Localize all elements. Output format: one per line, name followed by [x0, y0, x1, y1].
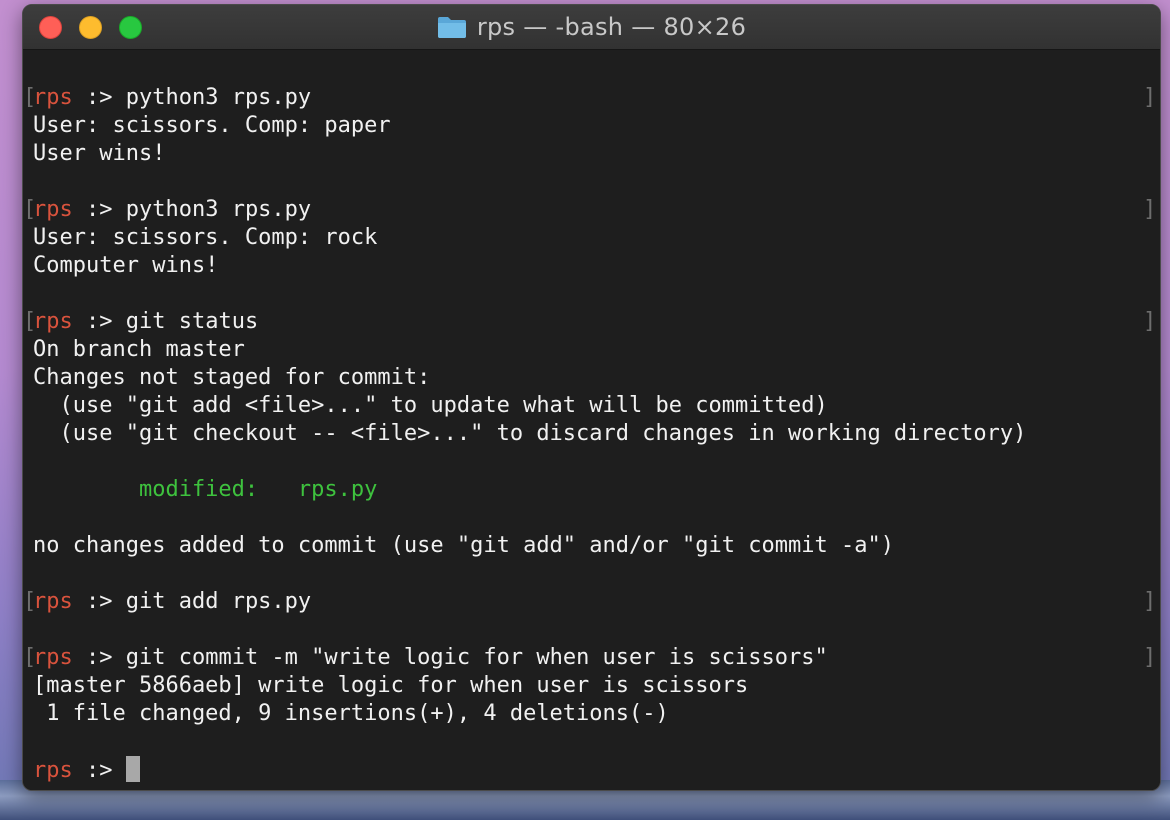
prompt-line: [rps :> git status — [23, 308, 259, 336]
mark-bracket-left: [ — [23, 645, 37, 670]
terminal-window[interactable]: rps — -bash — 80×26 ][rps :> python3 rps… — [22, 4, 1161, 791]
window-title: rps — -bash — 80×26 — [476, 13, 747, 41]
command-text: git commit -m "write logic for when user… — [125, 645, 828, 670]
mark-bracket-left: [ — [23, 85, 37, 110]
prompt-name: rps — [33, 309, 73, 334]
mark-bracket-right: ] — [1143, 589, 1157, 614]
output-text: User: scissors. Comp: rock — [33, 225, 378, 250]
output-text: [master 5866aeb] write logic for when us… — [33, 673, 749, 698]
prompt-symbol: :> — [72, 589, 126, 614]
current-prompt-line: rps :> — [33, 756, 140, 784]
output-text: On branch master — [33, 337, 245, 362]
prompt-symbol: :> — [72, 197, 126, 222]
output-line: On branch master — [33, 336, 245, 364]
prompt-line: [rps :> git commit -m "write logic for w… — [23, 644, 828, 672]
output-line: no changes added to commit (use "git add… — [33, 532, 894, 560]
prompt-name: rps — [33, 85, 73, 110]
mark-bracket-right: ] — [1143, 197, 1157, 222]
output-line: (use "git checkout -- <file>..." to disc… — [33, 420, 1026, 448]
title-bar[interactable]: rps — -bash — 80×26 — [23, 5, 1160, 50]
prompt-line: [rps :> python3 rps.py — [23, 196, 312, 224]
output-line: [master 5866aeb] write logic for when us… — [33, 672, 748, 700]
command-text: python3 rps.py — [125, 85, 312, 110]
output-text: (use "git add <file>..." to update what … — [33, 393, 828, 418]
output-line: User wins! — [33, 140, 165, 168]
output-text: Computer wins! — [33, 253, 219, 278]
output-line: User: scissors. Comp: paper — [33, 112, 391, 140]
mark-bracket-right: ] — [1143, 309, 1157, 334]
prompt-name: rps — [33, 758, 73, 783]
text-cursor — [125, 756, 140, 782]
mark-bracket-left: [ — [23, 197, 37, 222]
output-line: (use "git add <file>..." to update what … — [33, 392, 828, 420]
window-title-group: rps — -bash — 80×26 — [23, 5, 1160, 49]
mark-bracket-right: ] — [1143, 645, 1157, 670]
output-text: modified: rps.py — [33, 477, 378, 502]
mark-bracket-right: ] — [1143, 85, 1157, 110]
command-text: git status — [125, 309, 259, 334]
output-line: Computer wins! — [33, 252, 218, 280]
output-text: User wins! — [33, 141, 166, 166]
output-text: 1 file changed, 9 insertions(+), 4 delet… — [33, 701, 669, 726]
command-text: python3 rps.py — [125, 197, 312, 222]
prompt-name: rps — [33, 645, 73, 670]
prompt-symbol: :> — [72, 645, 126, 670]
prompt-name: rps — [33, 589, 73, 614]
output-text: Changes not staged for commit: — [33, 365, 431, 390]
command-text: git add rps.py — [125, 589, 312, 614]
prompt-symbol: :> — [72, 309, 126, 334]
output-text: (use "git checkout -- <file>..." to disc… — [33, 421, 1027, 446]
prompt-symbol: :> — [72, 758, 126, 783]
output-text: no changes added to commit (use "git add… — [33, 533, 894, 558]
prompt-name: rps — [33, 197, 73, 222]
folder-icon — [437, 17, 466, 38]
prompt-symbol: :> — [72, 85, 126, 110]
git-modified-line: modified: rps.py — [33, 476, 377, 504]
output-line: 1 file changed, 9 insertions(+), 4 delet… — [33, 700, 669, 728]
mark-bracket-left: [ — [23, 589, 37, 614]
terminal-output[interactable]: ][rps :> python3 rps.py User: scissors. C… — [23, 50, 1160, 790]
output-text: User: scissors. Comp: paper — [33, 113, 391, 138]
output-line: Changes not staged for commit: — [33, 364, 430, 392]
prompt-line: [rps :> git add rps.py — [23, 588, 312, 616]
output-line: User: scissors. Comp: rock — [33, 224, 377, 252]
prompt-line: [rps :> python3 rps.py — [23, 84, 312, 112]
mark-bracket-left: [ — [23, 309, 37, 334]
